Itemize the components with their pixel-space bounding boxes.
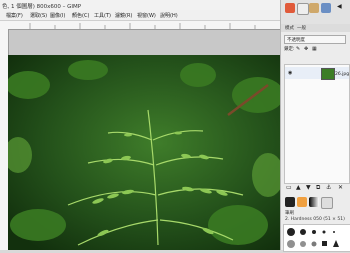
brush-grid[interactable] — [283, 224, 350, 252]
right-dock: ◀ 模式 一般 不透明度 鎖定: ✎ ✥ ▦ ◉ 26.jpg ▭ ▲ ▼ ⧉ … — [280, 0, 350, 252]
visibility-eye-icon[interactable]: ◉ — [288, 70, 292, 76]
raise-layer-icon[interactable]: ▲ — [296, 184, 301, 191]
delete-layer-icon[interactable]: ✕ — [338, 184, 343, 191]
gradient-tab-icon[interactable] — [309, 197, 319, 207]
menu-image[interactable]: 圖像(I) — [50, 12, 65, 19]
brush-section-label: 筆刷 — [285, 211, 294, 216]
tab-normal[interactable]: 一般 — [297, 25, 306, 31]
title-bar: 色, 1 個圖層) 800x600 – GIMP — [0, 0, 280, 10]
new-layer-icon[interactable]: ▭ — [286, 184, 292, 191]
font-tab-icon[interactable] — [321, 197, 333, 209]
layers-list[interactable]: ◉ 26.jpg — [284, 64, 350, 184]
canvas-image[interactable] — [8, 55, 280, 250]
brushes-tab-row — [283, 196, 349, 209]
window-title: 色, 1 個圖層) 800x600 – GIMP — [2, 4, 82, 10]
lock-alpha-icon[interactable]: ▦ — [312, 46, 317, 52]
brush-name: 2. Hardness 050 (51 × 51) — [285, 217, 345, 222]
layers-tab-row: 模式 一般 — [281, 24, 350, 32]
anchor-layer-icon[interactable]: ⚓ — [326, 184, 331, 191]
menu-windows[interactable]: 視窗(W) — [137, 12, 156, 19]
menu-colors[interactable]: 顏色(C) — [72, 12, 89, 19]
lock-position-icon[interactable]: ✥ — [304, 46, 308, 52]
device-status-icon[interactable] — [297, 3, 309, 15]
menu-help[interactable]: 說明(H) — [160, 12, 178, 19]
horizontal-ruler[interactable] — [0, 21, 280, 30]
layer-row[interactable]: ◉ 26.jpg — [285, 67, 349, 80]
tab-mode[interactable]: 模式 — [285, 25, 294, 31]
menu-filters[interactable]: 濾鏡(R) — [115, 12, 132, 19]
lock-label: 鎖定: — [284, 47, 295, 52]
ruler-ticks — [29, 23, 256, 29]
menu-select[interactable]: 選取(S) — [30, 12, 47, 19]
menu-bar: 檔案(F) 選取(S) 圖像(I) 顏色(C) 工具(T) 濾鏡(R) 視窗(W… — [0, 10, 280, 21]
tool-options-icon[interactable] — [285, 3, 295, 13]
undo-history-icon[interactable] — [309, 3, 319, 13]
menu-file[interactable]: 檔案(F) — [6, 12, 23, 19]
pattern-tab-icon[interactable] — [297, 197, 307, 207]
dock-toolbar: ◀ — [281, 0, 350, 25]
lower-layer-icon[interactable]: ▼ — [306, 184, 311, 191]
fern-photo — [8, 55, 280, 250]
images-icon[interactable] — [321, 3, 331, 13]
brush-previews — [287, 228, 339, 248]
menu-tools[interactable]: 工具(T) — [94, 12, 111, 19]
layer-thumbnail — [321, 68, 335, 80]
lock-row: 鎖定: ✎ ✥ ▦ — [284, 46, 346, 54]
layer-mode-label: 不透明度 — [287, 37, 305, 43]
brush-tab-icon[interactable] — [285, 197, 295, 207]
lock-pixels-icon[interactable]: ✎ — [296, 46, 300, 52]
layer-name[interactable]: 26.jpg — [335, 72, 349, 77]
duplicate-layer-icon[interactable]: ⧉ — [316, 184, 320, 192]
layer-mode-select[interactable]: 不透明度 — [284, 35, 346, 44]
dock-menu-icon[interactable]: ◀ — [337, 3, 342, 10]
layer-buttons: ▭ ▲ ▼ ⧉ ⚓ ✕ — [284, 184, 348, 192]
